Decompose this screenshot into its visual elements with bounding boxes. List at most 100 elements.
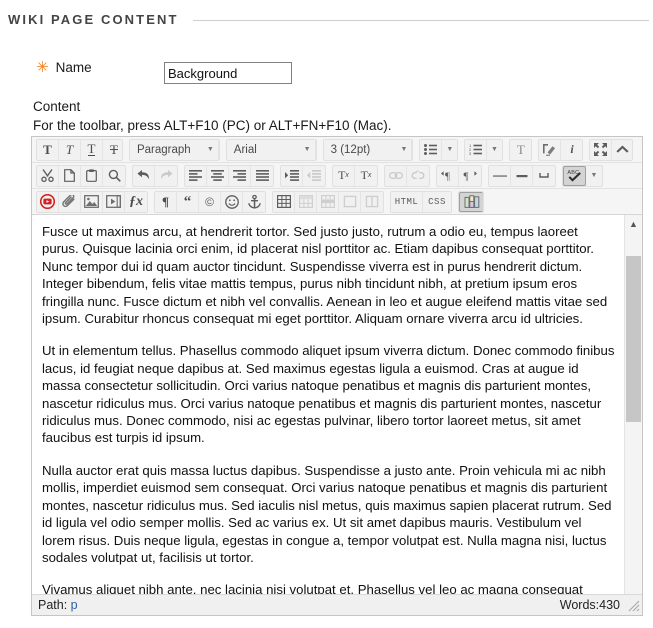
css-label: CSS xyxy=(428,196,446,207)
templates-button[interactable] xyxy=(459,191,483,212)
background-color-button[interactable] xyxy=(539,139,562,160)
svg-text:3: 3 xyxy=(469,151,472,155)
superscript-button[interactable]: Tx xyxy=(333,165,355,186)
html-label: HTML xyxy=(394,196,419,207)
copy-button[interactable] xyxy=(59,165,81,186)
bullet-list-button[interactable] xyxy=(420,139,443,160)
youtube-video-button[interactable] xyxy=(37,191,59,212)
text-color-button[interactable]: T xyxy=(510,140,531,160)
insert-rules-group xyxy=(488,164,556,187)
insert-media-button[interactable] xyxy=(103,191,125,212)
cut-button[interactable] xyxy=(37,165,59,186)
font-family-group: Arial ▼ xyxy=(225,138,317,161)
script-group: Tx Tx xyxy=(332,164,378,187)
resize-grip-icon[interactable] xyxy=(627,599,640,612)
text-direction-ltr-button[interactable]: ¶ xyxy=(437,165,459,186)
scrollbar-thumb[interactable] xyxy=(626,256,641,422)
edit-html-source-button[interactable]: HTML xyxy=(391,191,423,212)
fullscreen-icon xyxy=(593,143,607,156)
subscript-label: T xyxy=(360,168,368,182)
font-size-select[interactable]: 3 (12pt) ▼ xyxy=(324,139,413,160)
non-breaking-space-button[interactable] xyxy=(533,166,555,186)
table-properties-button[interactable] xyxy=(295,191,317,212)
section-header: Wiki Page Content xyxy=(8,8,649,30)
paste-button[interactable] xyxy=(81,165,103,186)
table-group xyxy=(272,190,384,213)
editor-vertical-scrollbar[interactable]: ▲ ▼ xyxy=(624,215,642,614)
info-button[interactable]: i xyxy=(561,140,581,160)
underline-button[interactable]: T xyxy=(81,139,103,160)
insert-formula-button[interactable]: ƒx xyxy=(125,192,147,212)
fullscreen-button[interactable] xyxy=(590,139,612,160)
header-divider xyxy=(192,19,649,21)
paperclip-icon xyxy=(62,194,75,207)
italic-button[interactable]: T xyxy=(59,139,81,160)
view-group xyxy=(588,138,634,161)
blockquote-label: “ xyxy=(183,193,192,210)
editor-content-area[interactable]: Fusce ut maximus arcu, at hendrerit tort… xyxy=(32,215,625,614)
undo-arrow-icon xyxy=(136,169,149,179)
path-value[interactable]: p xyxy=(71,598,78,612)
nbsp-icon xyxy=(539,173,549,178)
copyright-icon: © xyxy=(205,194,214,209)
image-icon xyxy=(84,195,99,208)
edit-css-button[interactable]: CSS xyxy=(423,192,451,212)
insert-anchor-button[interactable] xyxy=(243,192,265,212)
undo-button[interactable] xyxy=(133,165,155,186)
bold-button[interactable]: T xyxy=(37,139,59,160)
paragraph-format-value: Paragraph xyxy=(136,143,191,156)
rich-text-editor: T T T T Paragraph ▼ Arial ▼ 3 (12pt) ▼ ▼… xyxy=(31,136,643,616)
align-right-button[interactable] xyxy=(229,165,251,186)
insert-special-character-button[interactable]: © xyxy=(199,191,221,212)
emoticon-button[interactable] xyxy=(221,191,243,212)
youtube-icon xyxy=(40,194,55,209)
table-column-properties-button[interactable] xyxy=(361,192,383,212)
name-label: Name xyxy=(55,60,92,75)
horizontal-rule-button[interactable] xyxy=(489,165,511,186)
em-dash-button[interactable] xyxy=(511,165,533,186)
insert-image-button[interactable] xyxy=(81,191,103,212)
spellcheck-button[interactable]: ABC xyxy=(563,165,586,186)
strikethrough-button[interactable]: T xyxy=(103,140,122,160)
outdent-button[interactable] xyxy=(303,166,325,186)
name-field-row: ✳ Name xyxy=(36,60,92,76)
redo-button[interactable] xyxy=(155,166,177,186)
table-properties-icon xyxy=(298,195,313,208)
find-replace-button[interactable] xyxy=(103,166,125,186)
chevron-down-icon: ▼ xyxy=(400,146,408,153)
italic-label: T xyxy=(65,141,74,157)
align-center-icon xyxy=(211,170,224,181)
table-row-icon xyxy=(320,195,335,208)
numbered-list-menu-caret[interactable]: ▼ xyxy=(487,140,502,160)
name-input[interactable] xyxy=(164,62,292,84)
unlink-button[interactable] xyxy=(407,166,429,186)
collapse-toolbar-button[interactable] xyxy=(612,140,632,160)
spellcheck-menu-caret[interactable]: ▼ xyxy=(586,166,602,186)
numbered-list-button[interactable]: 1 2 3 xyxy=(465,139,488,160)
table-row-properties-button[interactable] xyxy=(317,191,339,212)
bullet-list-menu-caret[interactable]: ▼ xyxy=(442,140,457,160)
font-family-select[interactable]: Arial ▼ xyxy=(227,139,316,160)
unlink-icon xyxy=(411,170,425,180)
text-direction-group: ¶ ¶ xyxy=(436,164,482,187)
attachment-button[interactable] xyxy=(59,191,81,212)
insert-group: ¶ “ © xyxy=(154,190,266,213)
text-direction-rtl-button[interactable]: ¶ xyxy=(459,166,481,186)
align-justify-button[interactable] xyxy=(251,166,273,186)
subscript-button[interactable]: Tx xyxy=(355,166,377,186)
table-cell-properties-button[interactable] xyxy=(339,191,361,212)
align-center-button[interactable] xyxy=(207,165,229,186)
align-right-icon xyxy=(233,170,246,181)
info-label: i xyxy=(570,142,574,156)
show-invisible-characters-button[interactable]: ¶ xyxy=(155,191,177,212)
underline-label: T xyxy=(87,141,96,156)
insert-link-button[interactable] xyxy=(385,165,407,186)
blockquote-button[interactable]: “ xyxy=(177,191,199,212)
insert-table-button[interactable] xyxy=(273,191,295,212)
editor-body-wrapper: Fusce ut maximus arcu, at hendrerit tort… xyxy=(32,215,642,614)
indent-button[interactable] xyxy=(281,165,303,186)
spellcheck-icon: ABC xyxy=(567,170,581,182)
paragraph-format-select[interactable]: Paragraph ▼ xyxy=(130,139,219,160)
scroll-up-arrow-icon[interactable]: ▲ xyxy=(625,215,642,232)
align-left-button[interactable] xyxy=(185,165,207,186)
